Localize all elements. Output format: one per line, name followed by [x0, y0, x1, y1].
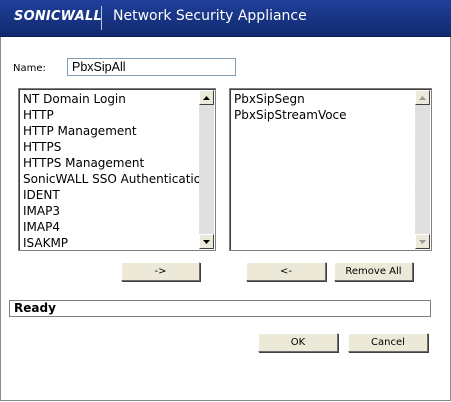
- list-item[interactable]: IDENT: [21, 187, 199, 203]
- scroll-up-button[interactable]: [199, 90, 214, 105]
- list-item[interactable]: HTTPS: [21, 139, 199, 155]
- list-item[interactable]: IMAP3: [21, 203, 199, 219]
- list-item[interactable]: HTTP Management: [21, 123, 199, 139]
- arrow-up-icon: [203, 95, 210, 100]
- scroll-down-button[interactable]: [415, 234, 430, 249]
- scroll-down-button[interactable]: [199, 234, 214, 249]
- selected-services-list[interactable]: PbxSipSegn PbxSipStreamVoce: [229, 88, 432, 251]
- vertical-scrollbar[interactable]: [415, 90, 430, 249]
- name-label: Name:: [13, 63, 46, 74]
- scroll-up-button[interactable]: [415, 90, 430, 105]
- list-item[interactable]: IMAP4: [21, 219, 199, 235]
- status-bar: Ready: [9, 300, 431, 317]
- remove-all-button[interactable]: Remove All: [334, 262, 413, 281]
- cancel-button[interactable]: Cancel: [348, 333, 428, 352]
- ok-button[interactable]: OK: [258, 333, 338, 352]
- add-button[interactable]: ->: [121, 262, 200, 281]
- arrow-up-icon: [419, 95, 426, 100]
- remove-button[interactable]: <-: [246, 262, 326, 281]
- list-item[interactable]: NT Domain Login: [21, 91, 199, 107]
- available-services-list[interactable]: NT Domain Login HTTP HTTP Management HTT…: [18, 88, 216, 251]
- arrow-down-icon: [203, 239, 210, 244]
- list-item[interactable]: HTTP: [21, 107, 199, 123]
- vertical-scrollbar[interactable]: [199, 90, 214, 249]
- sonicwall-logo: SONICWALL: [14, 9, 102, 24]
- header-divider: [101, 6, 102, 30]
- list-item[interactable]: PbxSipSegn: [232, 91, 415, 107]
- list-item[interactable]: ISAKMP: [21, 235, 199, 248]
- arrow-down-icon: [419, 239, 426, 244]
- window-title: Network Security Appliance: [113, 8, 307, 24]
- list-item[interactable]: PbxSipStreamVoce: [232, 107, 415, 123]
- available-services-items: NT Domain Login HTTP HTTP Management HTT…: [21, 91, 199, 248]
- list-item[interactable]: SonicWALL SSO Authenticatio: [21, 171, 199, 187]
- selected-services-items: PbxSipSegn PbxSipStreamVoce: [232, 91, 415, 248]
- name-input[interactable]: [67, 58, 236, 76]
- title-bar: SONICWALL Network Security Appliance: [0, 0, 451, 37]
- list-item[interactable]: HTTPS Management: [21, 155, 199, 171]
